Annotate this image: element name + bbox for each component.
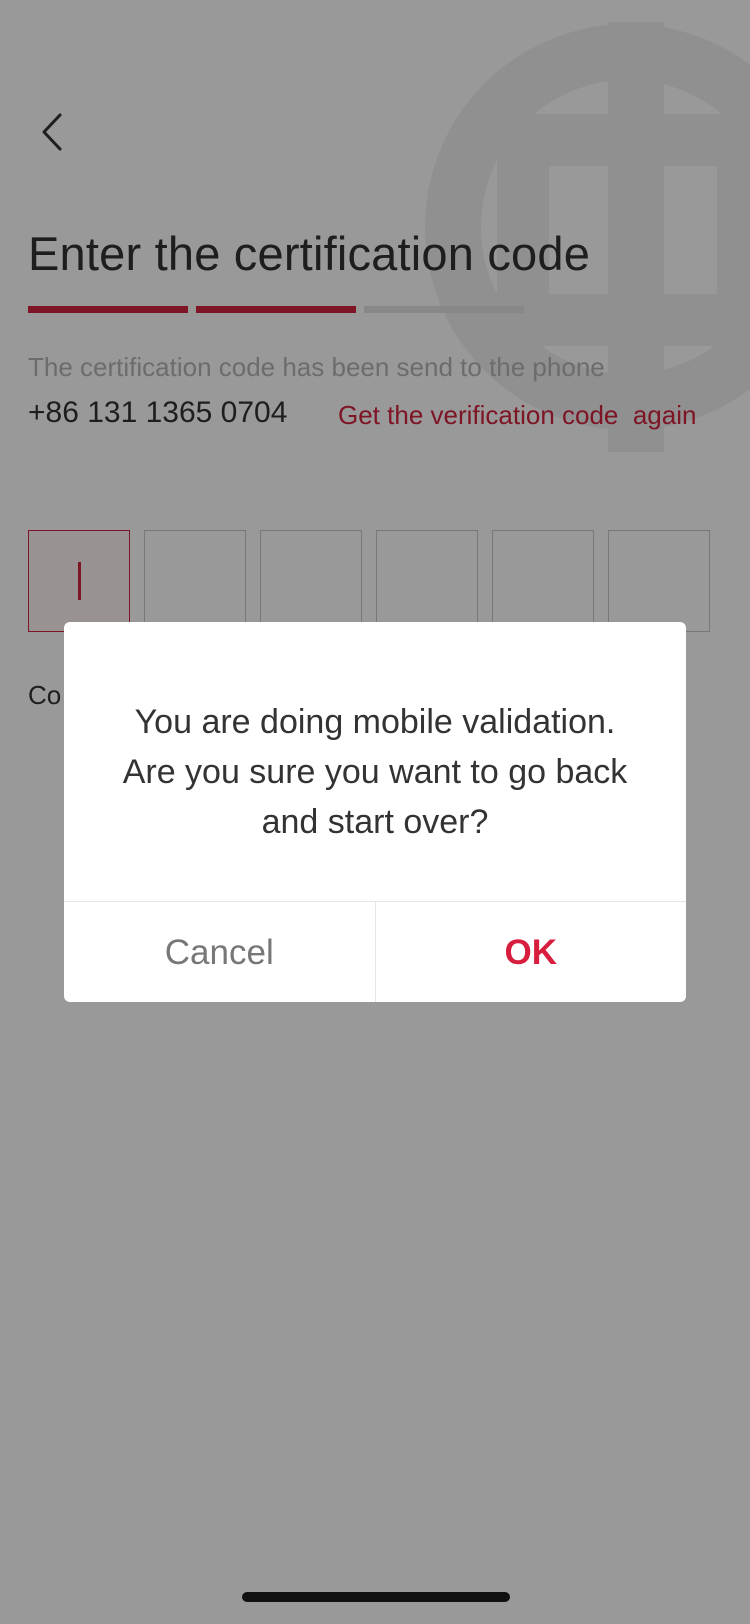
dialog-message-line-1: You are doing mobile validation. (134, 703, 616, 741)
confirm-dialog: You are doing mobile validation. Are you… (64, 622, 686, 1002)
home-indicator[interactable] (242, 1592, 510, 1602)
ok-button[interactable]: OK (376, 902, 687, 1002)
dialog-message-line-2: Are you sure you want to go back (122, 753, 628, 791)
cancel-button[interactable]: Cancel (64, 902, 376, 1002)
dialog-message: You are doing mobile validation. Are you… (64, 622, 686, 902)
dialog-actions: Cancel OK (64, 901, 686, 1002)
dialog-message-line-3: and start over? (261, 803, 489, 841)
